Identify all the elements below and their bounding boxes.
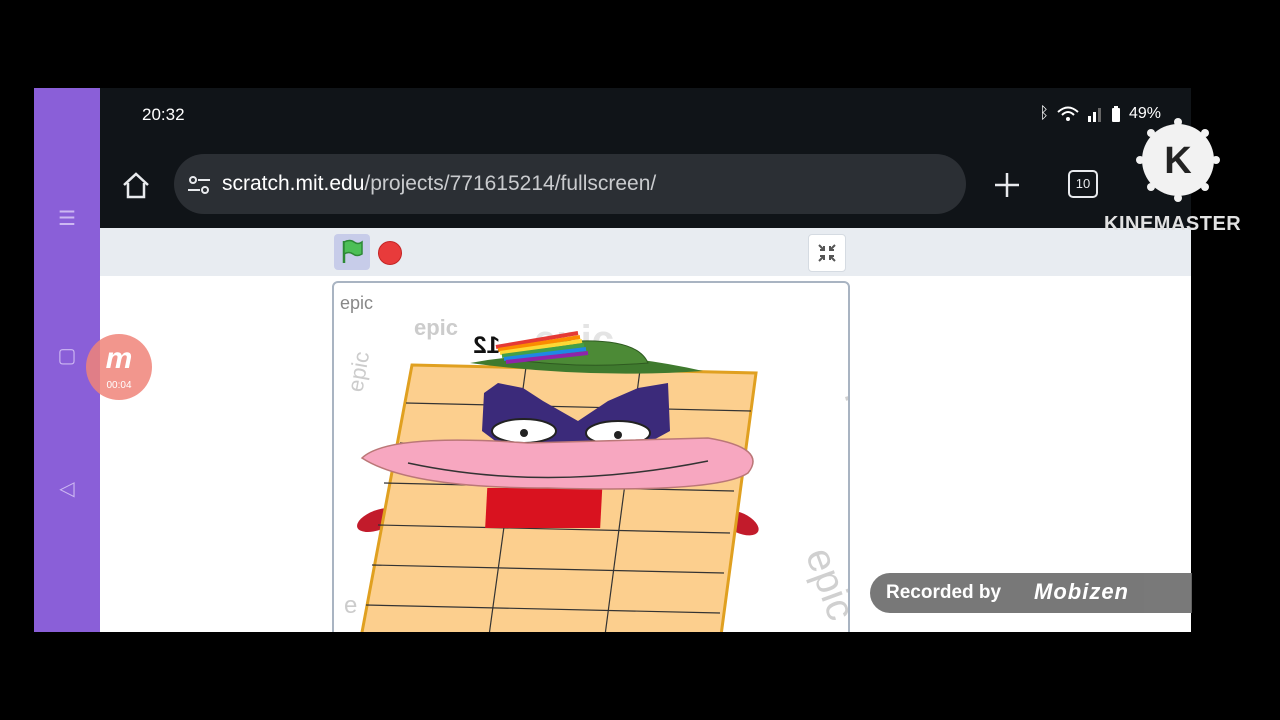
home-nav-icon[interactable]: ▢ <box>56 345 78 367</box>
kinemaster-watermark: KINEMASTER <box>1104 213 1242 235</box>
record-timer: 00:04 <box>106 380 132 391</box>
watermark-epic-5: epic <box>797 542 848 626</box>
tab-switcher-button[interactable]: 10 <box>1068 170 1098 198</box>
back-nav-icon[interactable]: ◁ <box>56 478 78 500</box>
watermark-epic-6: e <box>344 592 357 619</box>
numberblock-character: 12 <box>357 331 759 632</box>
exit-fullscreen-button[interactable] <box>808 234 846 272</box>
mobizen-badge-letter: m <box>105 342 133 375</box>
stop-button[interactable] <box>378 241 402 265</box>
recorded-by-banner: Recorded by Mobizen <box>870 573 1192 613</box>
project-stage[interactable]: epic epic epic epic epic epic e 12 <box>332 281 850 632</box>
watermark-epic-1: epic <box>414 315 458 340</box>
kinemaster-logo-letter: K <box>1164 140 1192 182</box>
scratch-controls <box>100 228 1191 276</box>
new-tab-icon[interactable] <box>992 170 1022 200</box>
home-icon[interactable] <box>120 170 152 202</box>
recent-apps-icon[interactable]: ☰ <box>56 208 78 230</box>
stage-scene: epic epic epic epic epic e 12 <box>343 315 848 632</box>
site-settings-icon[interactable] <box>186 172 212 198</box>
battery-icon <box>1111 106 1120 122</box>
collapse-icon <box>818 244 836 262</box>
mobizen-record-badge[interactable]: m 00:04 <box>86 334 152 400</box>
red-block <box>485 488 603 528</box>
clock: 20:32 <box>142 105 185 124</box>
url-path: /projects/771615214/fullscreen/ <box>364 172 657 195</box>
kinemaster-logo-icon: K <box>1136 118 1220 202</box>
bluetooth-icon: ᛒ <box>1039 105 1049 122</box>
signal-icon <box>1087 108 1101 122</box>
wifi-icon <box>1057 106 1079 121</box>
watermark-epic-4: epic <box>837 358 848 449</box>
recorded-by-text: Recorded by <box>886 582 1002 603</box>
url-domain: scratch.mit.edu <box>222 172 365 195</box>
url-text: scratch.mit.edu/projects/771615214/fulls… <box>222 172 656 196</box>
browser-toolbar: scratch.mit.edu/projects/771615214/fulls… <box>100 140 1191 228</box>
status-bar: 20:32 ᛒ 49% <box>100 88 1191 140</box>
watermark-epic-3: epic <box>343 350 375 394</box>
character-number: 12 <box>473 332 500 359</box>
green-flag-button[interactable] <box>334 234 370 270</box>
green-flag-icon <box>342 239 363 263</box>
address-bar[interactable]: scratch.mit.edu/projects/771615214/fulls… <box>174 154 966 214</box>
phone-screen: 20:32 ᛒ 49% scratch.mit.edu/projects/771… <box>100 88 1191 632</box>
mobizen-brand: Mobizen <box>1034 579 1129 604</box>
